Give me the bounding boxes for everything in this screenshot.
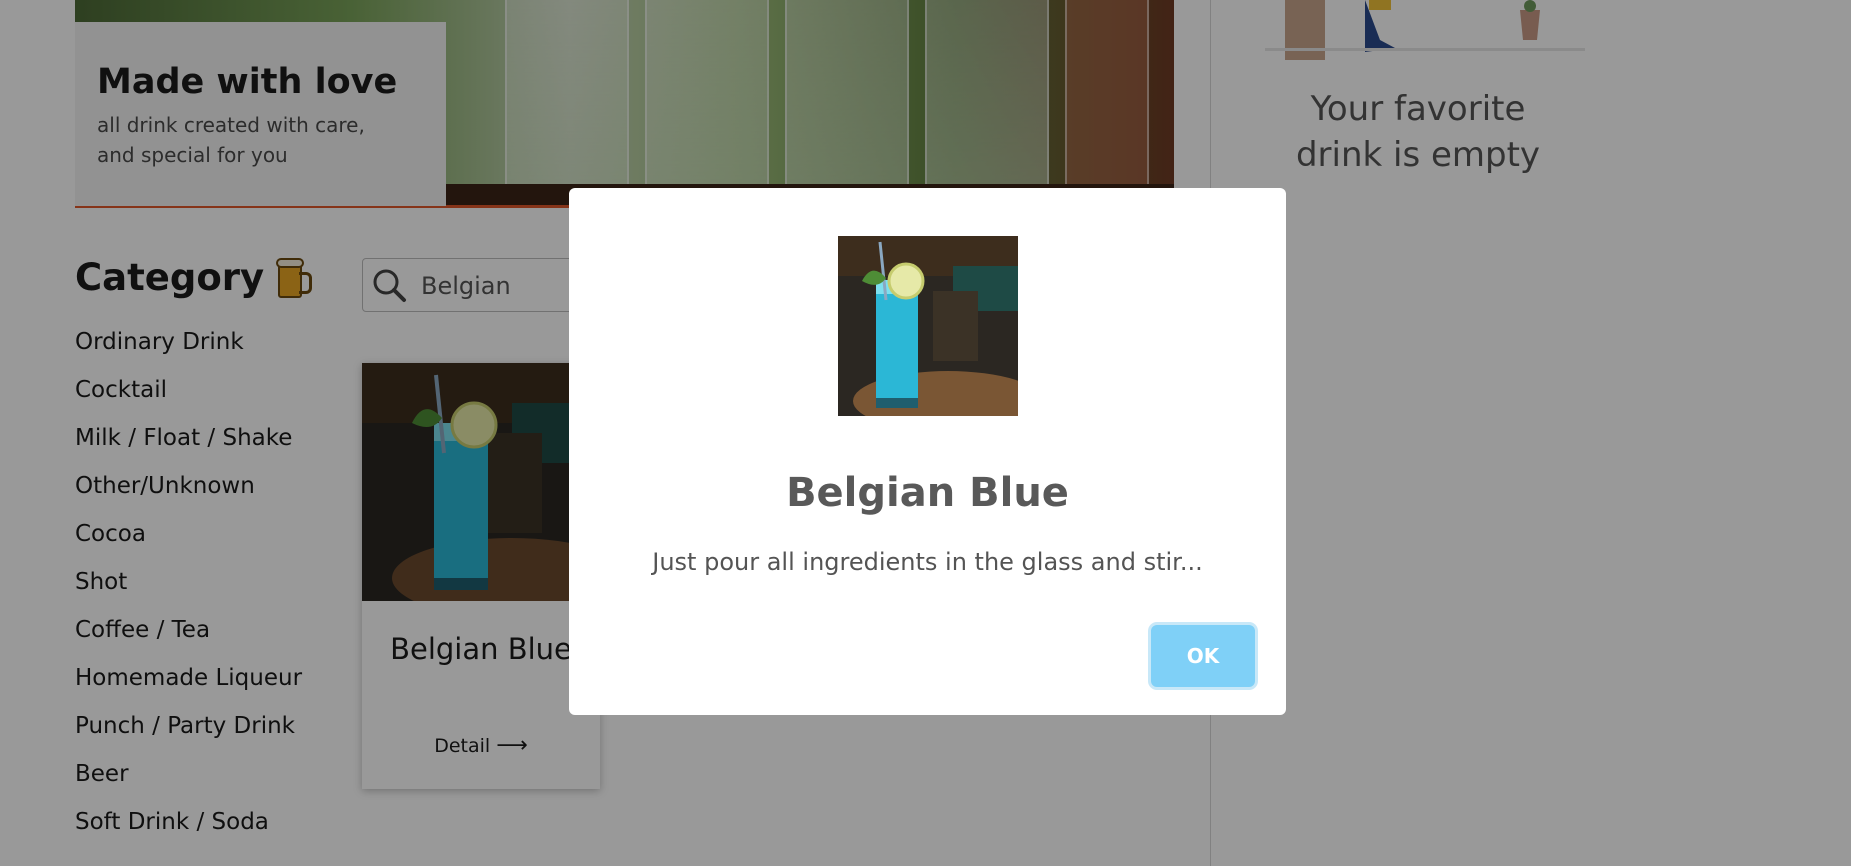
ok-button[interactable]: OK bbox=[1151, 625, 1255, 687]
modal-drink-image bbox=[838, 236, 1018, 416]
modal-instructions: Just pour all ingredients in the glass a… bbox=[652, 548, 1203, 576]
modal-title: Belgian Blue bbox=[786, 470, 1069, 516]
drink-modal: Belgian Blue Just pour all ingredients i… bbox=[569, 188, 1286, 715]
